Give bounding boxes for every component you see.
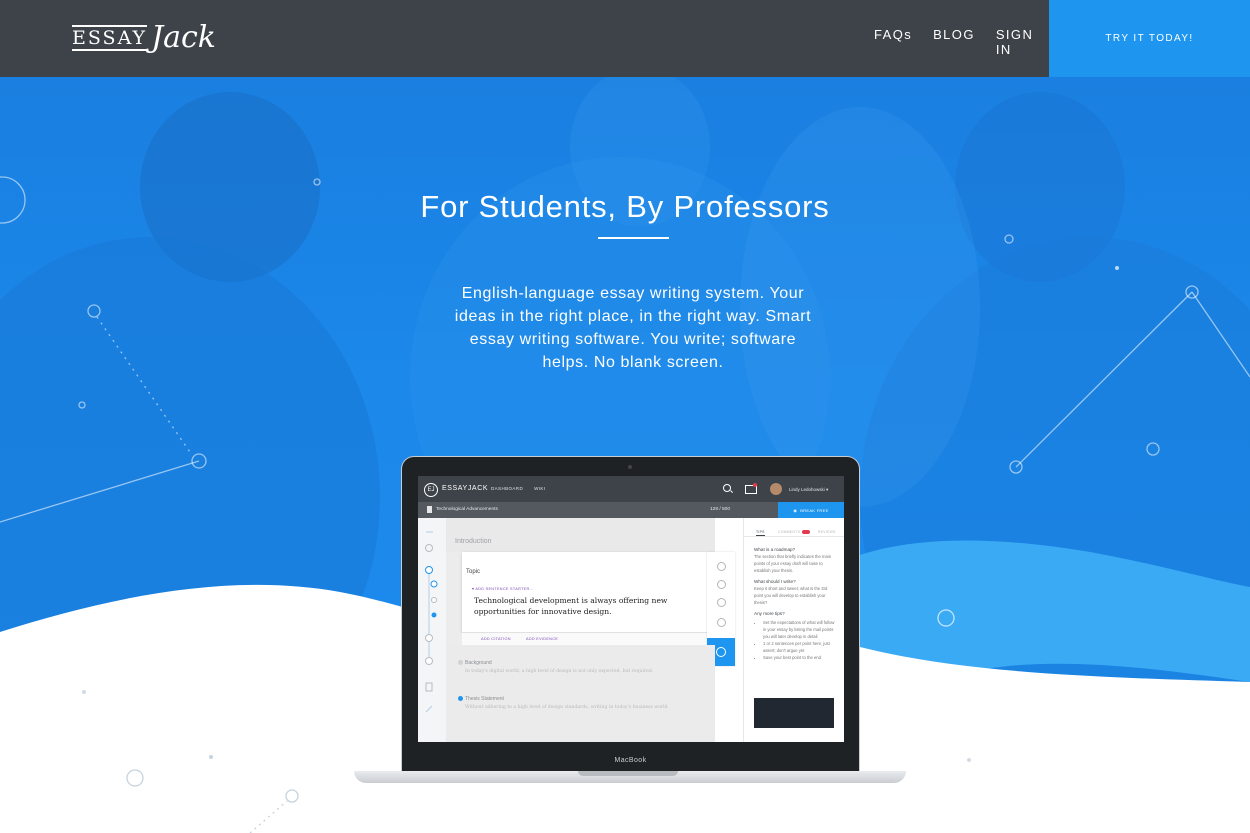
tip-answer-1: The section that briefly indicates the m…: [754, 554, 832, 573]
section-introduction: Introduction: [446, 518, 715, 552]
tab-reviews: REVIEWS: [818, 530, 836, 534]
outline-rail: [418, 518, 447, 742]
tip-question-1: What is a roadmap?: [754, 547, 796, 552]
try-it-today-button[interactable]: TRY IT TODAY!: [1049, 0, 1250, 77]
section-background-text: In today's digital world, a high level o…: [465, 669, 654, 674]
document-bar: Technological Advancements 128 / 500: [418, 502, 743, 518]
logo-word-jack: Jack: [151, 20, 216, 55]
topic-sentence: Technological development is always offe…: [474, 596, 668, 616]
comment-tool-icon: [717, 598, 726, 607]
tips-panel: TIPS COMMENTS REVIEWS What is a roadmap?…: [743, 518, 844, 742]
hero-description: English-language essay writing system. Y…: [454, 285, 812, 371]
tip-bullet: Save your best point to the end: [763, 654, 836, 661]
app-nav: DASHBOARD WIKI: [491, 486, 545, 491]
search-icon: [723, 484, 731, 492]
app-nav-wiki: WIKI: [534, 486, 546, 491]
eye-icon: ◉: [793, 507, 798, 513]
laptop-brand-label: MacBook: [614, 757, 647, 764]
sentence-starter-label: ADD SENTENCE STARTER...: [475, 587, 534, 591]
sentence-starter-link: ▾ ADD SENTENCE STARTER...: [472, 587, 534, 591]
section-thesis-title: Thesis Statement: [465, 696, 504, 702]
app-user-name: Lindy Ledohowski ▾: [789, 487, 829, 492]
webcam: [628, 465, 632, 469]
tip-bullet: 1 or 2 sentences per point here, just as…: [763, 640, 836, 654]
tip-question-2: What should I write?: [754, 579, 796, 584]
app-screenshot: EJ ESSAYJACK DASHBOARD WIKI Lindy Ledoho…: [418, 476, 844, 742]
laptop-mockup: EJ ESSAYJACK DASHBOARD WIKI Lindy Ledoho…: [402, 457, 859, 775]
hero-title: For Students, By Professors: [420, 189, 830, 224]
section-thesis-text: Without adhering to a high level of desi…: [465, 705, 668, 710]
avatar: [770, 483, 782, 495]
add-evidence-link: ADD EVIDENCE: [526, 637, 559, 641]
nav-sign-in[interactable]: SIGN IN: [996, 27, 1049, 57]
settings-tool-icon: [717, 618, 726, 627]
app-brand: ESSAYJACK: [442, 485, 489, 492]
tip-answer-2: Keep it short and sweet; what is the 3rd…: [754, 586, 828, 605]
tip-bullet: Set the expectations of what will follow…: [763, 619, 836, 640]
video-thumbnail: [754, 698, 834, 728]
word-count: 128 / 500: [710, 507, 731, 512]
nav-blog[interactable]: BLOG: [933, 27, 975, 57]
topic-card: Topic ▾ ADD SENTENCE STARTER... Technolo…: [462, 552, 707, 632]
logo-word-essay: ESSAY: [72, 25, 148, 51]
app-logo-icon: EJ: [424, 483, 438, 497]
essayjack-logo[interactable]: ESSAY Jack: [72, 18, 216, 58]
title-underline: [598, 237, 669, 239]
doc-tools: [743, 502, 778, 518]
app-top-bar: EJ ESSAYJACK DASHBOARD WIKI Lindy Ledoho…: [418, 476, 844, 502]
check-icon: [716, 647, 726, 657]
tip-question-3: Any more tips?: [754, 611, 785, 616]
nav-faqs[interactable]: FAQs: [874, 27, 912, 57]
document-title: Technological Advancements: [436, 507, 498, 512]
app-nav-dashboard: DASHBOARD: [491, 486, 524, 491]
status-dot: [458, 660, 463, 665]
document-tool-icon: [717, 562, 726, 571]
section-introduction-label: Introduction: [455, 538, 492, 545]
info-tool-icon: [717, 580, 726, 589]
status-dot-complete: [458, 696, 463, 701]
break-free-label: BREAK FREE: [800, 507, 829, 513]
main-nav: FAQs BLOG SIGN IN: [874, 27, 1049, 57]
tab-comments: COMMENTS: [778, 530, 801, 534]
tip-bullets: Set the expectations of what will follow…: [754, 619, 836, 661]
tab-tips: TIPS: [756, 530, 765, 536]
break-free-button: ◉ BREAK FREE: [778, 502, 844, 518]
section-thesis: Thesis Statement Without adhering to a h…: [458, 696, 668, 710]
tips-content: What is a roadmap? The section that brie…: [754, 542, 836, 661]
laptop-notch: [578, 771, 678, 776]
card-actions: ADD CITATION ADD EVIDENCE: [462, 632, 707, 645]
editor-area: Introduction Topic ▾ ADD SENTENCE STARTE…: [446, 518, 735, 742]
comments-badge: [802, 530, 810, 534]
top-nav-bar: ESSAY Jack FAQs BLOG SIGN IN: [0, 0, 1049, 77]
section-background: Background In today's digital world, a h…: [458, 660, 654, 674]
outline-sections: Background In today's digital world, a h…: [446, 645, 715, 742]
add-citation-link: ADD CITATION: [481, 637, 511, 641]
notification-dot: [753, 483, 757, 487]
panel-tabs: TIPS COMMENTS REVIEWS: [744, 524, 844, 537]
section-background-title: Background: [465, 660, 492, 666]
outline-timeline: [425, 531, 438, 713]
document-icon: [427, 506, 432, 513]
topic-label: Topic: [466, 569, 481, 575]
